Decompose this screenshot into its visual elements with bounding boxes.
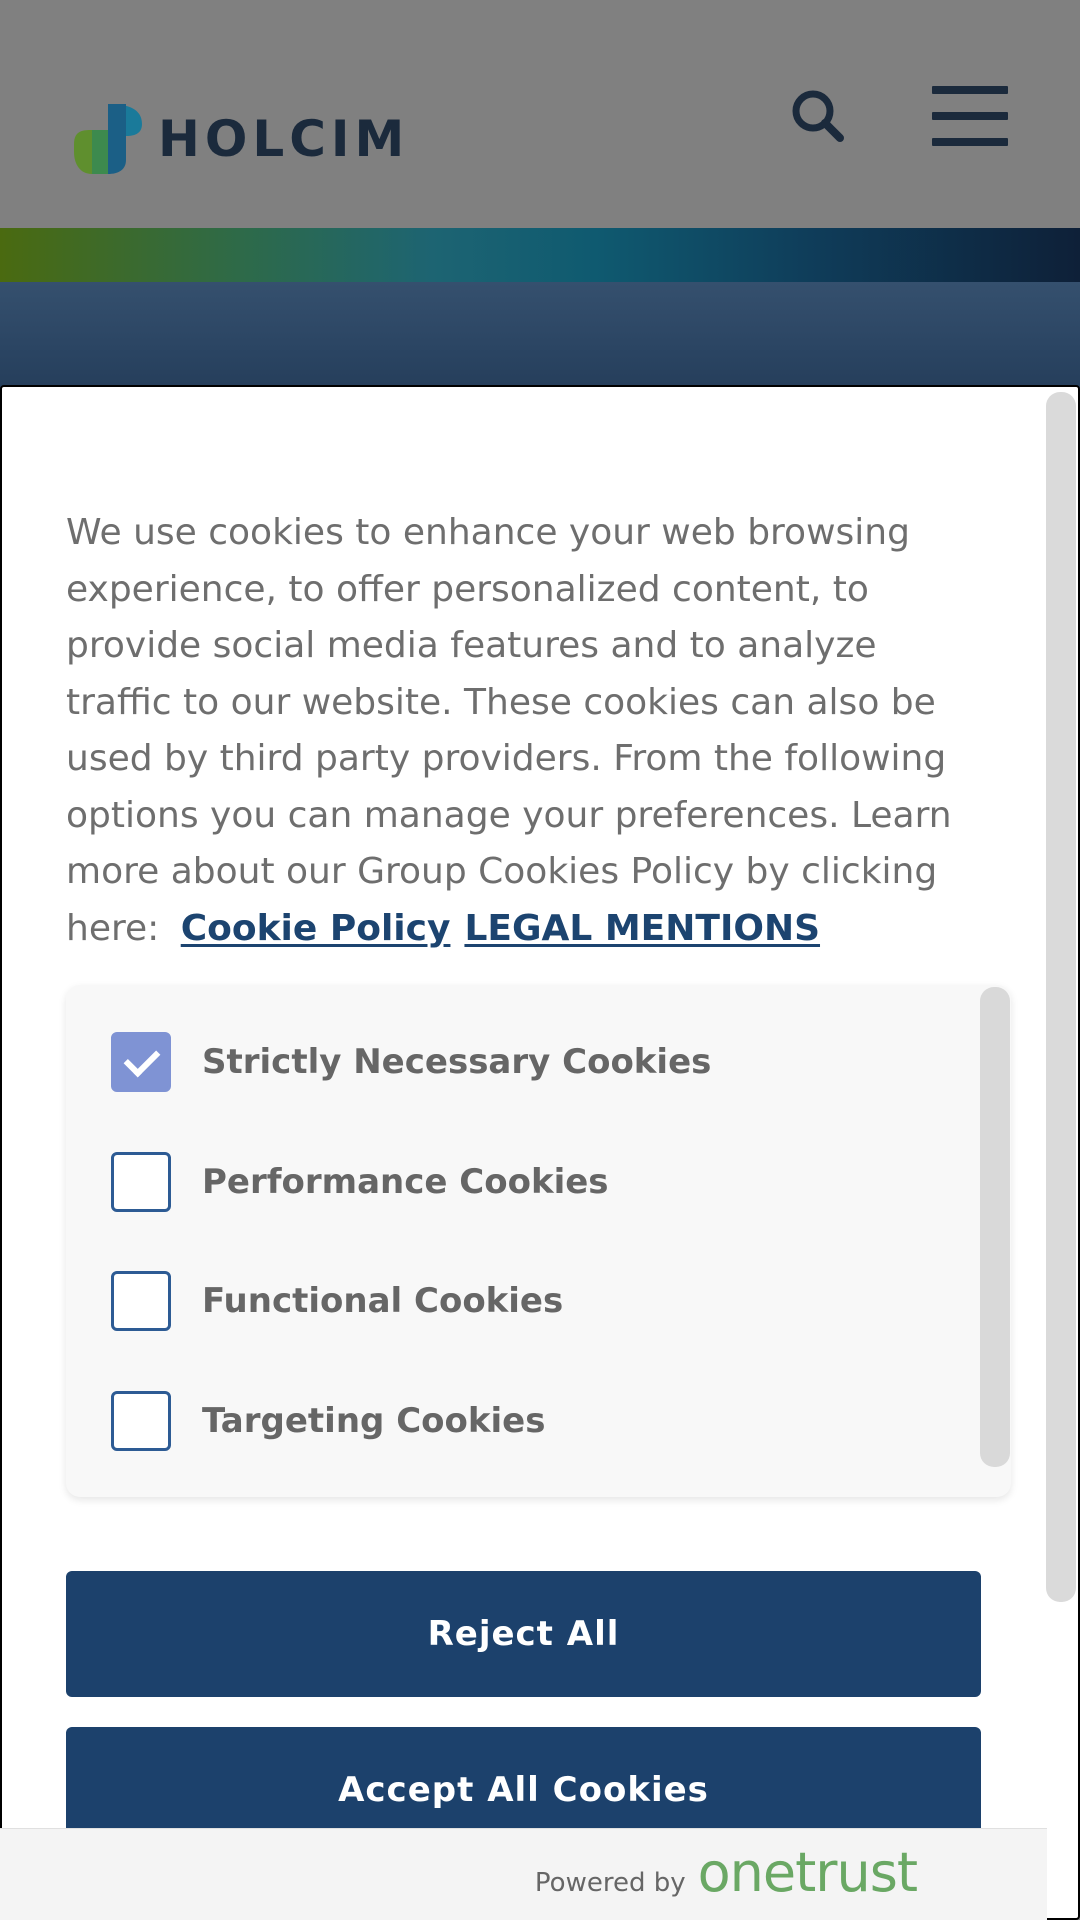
category-performance[interactable]: Performance Cookies — [111, 1152, 609, 1212]
hero-image — [0, 282, 1080, 402]
category-label: Strictly Necessary Cookies — [202, 1042, 712, 1082]
logo-text: HOLCIM — [158, 110, 410, 168]
cookie-intro-body: We use cookies to enhance your web brows… — [66, 512, 952, 949]
strictly-necessary-checkbox[interactable] — [111, 1032, 171, 1092]
legal-mentions-link[interactable]: LEGAL MENTIONS — [464, 908, 820, 949]
site-header: HOLCIM — [0, 0, 1080, 228]
cookie-intro-text: We use cookies to enhance your web brows… — [66, 505, 986, 957]
hamburger-menu-icon — [932, 138, 1008, 146]
hamburger-menu-icon — [932, 112, 1008, 120]
category-label: Performance Cookies — [202, 1162, 609, 1202]
performance-checkbox[interactable] — [111, 1152, 171, 1212]
category-strictly-necessary[interactable]: Strictly Necessary Cookies — [111, 1032, 711, 1092]
powered-by-onetrust[interactable]: Powered by onetrust — [534, 1841, 918, 1904]
dialog-scrollbar[interactable] — [1046, 392, 1076, 1602]
search-button[interactable] — [790, 88, 846, 144]
powered-by-label: Powered by — [534, 1868, 686, 1898]
onetrust-logo: onetrust — [697, 1841, 918, 1904]
dialog-footer: Powered by onetrust — [0, 1828, 1047, 1920]
hamburger-menu-icon — [932, 86, 1008, 94]
menu-button[interactable] — [932, 86, 1008, 146]
category-targeting[interactable]: Targeting Cookies — [111, 1391, 545, 1451]
search-icon — [792, 90, 844, 142]
category-label: Functional Cookies — [202, 1281, 564, 1321]
functional-checkbox[interactable] — [111, 1271, 171, 1331]
category-label: Targeting Cookies — [202, 1401, 546, 1441]
holcim-logo-mark-icon — [70, 100, 146, 178]
categories-scrollbar[interactable] — [980, 987, 1010, 1467]
targeting-checkbox[interactable] — [111, 1391, 171, 1451]
holcim-logo[interactable]: HOLCIM — [70, 100, 409, 178]
category-functional[interactable]: Functional Cookies — [111, 1271, 563, 1331]
brand-gradient-band — [0, 228, 1080, 282]
reject-all-button[interactable]: Reject All — [66, 1571, 981, 1697]
cookie-policy-link[interactable]: Cookie Policy — [181, 908, 451, 949]
